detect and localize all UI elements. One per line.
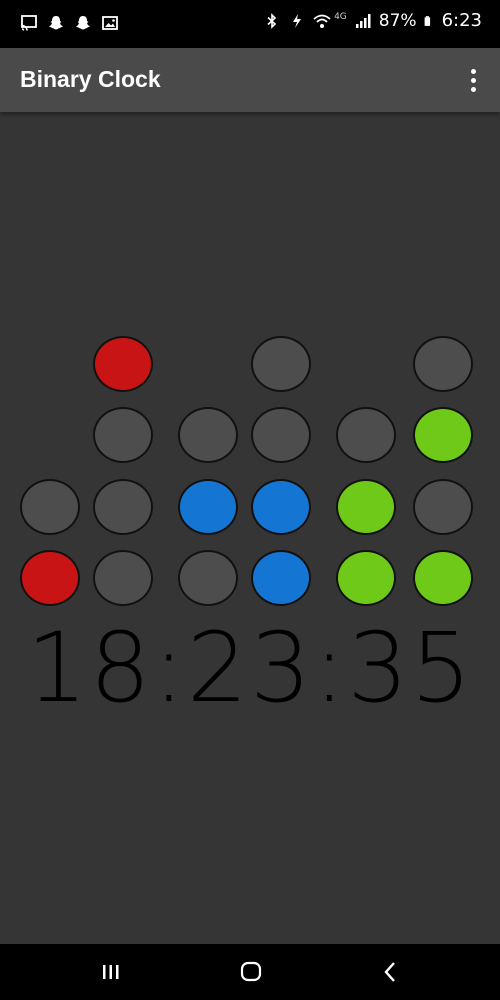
status-time: 6:23 [441, 10, 482, 31]
battery-icon [424, 15, 430, 26]
image-icon [102, 16, 118, 30]
back-icon[interactable] [376, 958, 406, 986]
menu-dot [470, 77, 476, 83]
hours-bit-off [20, 479, 80, 535]
battery-percentage: 87% [378, 10, 417, 31]
seconds-bit-on [336, 479, 396, 535]
hours-bit-on [93, 336, 153, 392]
minutes-bit-on [178, 479, 238, 535]
data-saver-icon [293, 13, 302, 28]
hours-bit-off [93, 407, 153, 463]
minutes-bit-off [178, 407, 238, 463]
seconds-bit-off [336, 407, 396, 463]
cast-icon [21, 15, 37, 31]
minutes-bit-on [251, 479, 311, 535]
bluetooth-icon [267, 12, 277, 29]
digital-time: 18:23:35 [26, 612, 474, 724]
hours-bit-off [93, 550, 153, 606]
more-vert-icon[interactable] [460, 66, 486, 94]
status-bar: 4G 87% 6:23 [0, 0, 500, 48]
app-title: Binary Clock [20, 66, 161, 92]
app-bar: Binary Clock [0, 48, 500, 112]
snapchat-icon [76, 16, 90, 30]
menu-dot [470, 86, 476, 92]
minutes-bit-off [251, 336, 311, 392]
recent-apps-icon[interactable] [96, 958, 126, 986]
snapchat-icon [49, 16, 63, 30]
signal-icon [355, 13, 371, 28]
minutes-bit-off [251, 407, 311, 463]
seconds-bit-on [413, 407, 473, 463]
system-status: 4G 87% 6:23 [263, 10, 482, 31]
minutes-bit-off [178, 550, 238, 606]
seconds-bit-on [413, 550, 473, 606]
navigation-bar [0, 944, 500, 1000]
notification-icons [20, 14, 119, 32]
hours-bit-on [20, 550, 80, 606]
wifi-icon [313, 14, 331, 28]
seconds-bit-off [413, 336, 473, 392]
menu-dot [470, 68, 476, 74]
network-type-label: 4G [334, 11, 347, 22]
seconds-bit-on [336, 550, 396, 606]
seconds-bit-off [413, 479, 473, 535]
hours-bit-off [93, 479, 153, 535]
minutes-bit-on [251, 550, 311, 606]
home-icon[interactable] [236, 958, 266, 986]
